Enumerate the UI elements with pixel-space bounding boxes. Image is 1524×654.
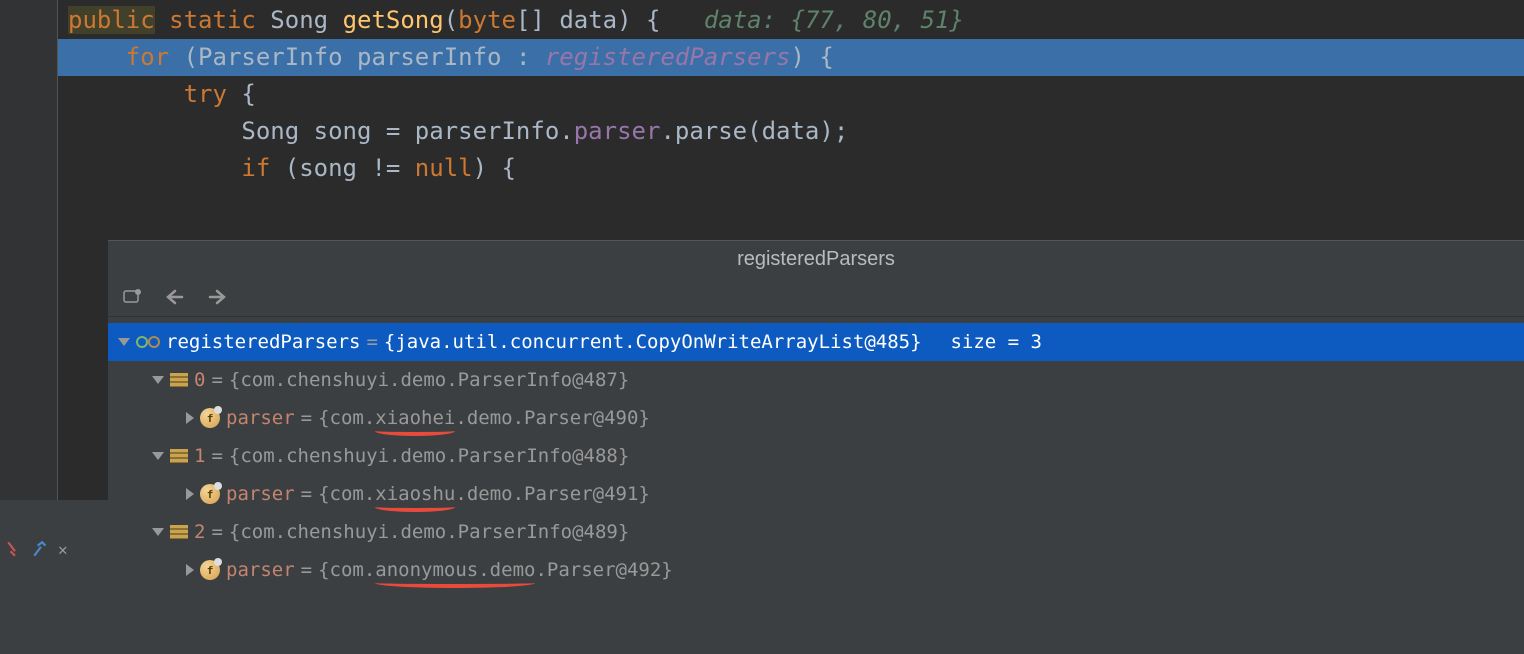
red-underline-annotation bbox=[375, 583, 535, 588]
code-token: for bbox=[126, 43, 169, 71]
code-token: ( bbox=[444, 6, 458, 34]
code-token: registeredParsers bbox=[545, 43, 791, 71]
code-line[interactable]: for (ParserInfo parserInfo : registeredP… bbox=[0, 39, 1524, 76]
annotated-text: anonymous.demo bbox=[375, 559, 535, 581]
expand-arrow-icon[interactable] bbox=[186, 488, 194, 500]
var-name: parser bbox=[226, 407, 295, 429]
var-value: {com.anonymous.demo.Parser@492} bbox=[318, 559, 673, 581]
code-token bbox=[155, 6, 169, 34]
annotated-text: xiaoshu bbox=[375, 483, 455, 505]
code-line[interactable]: Song song = parserInfo.parser.parse(data… bbox=[0, 113, 1524, 150]
code-token: [] data) { bbox=[516, 6, 704, 34]
code-token: .parse(data); bbox=[660, 117, 848, 145]
code-line[interactable]: if (song != null) { bbox=[0, 150, 1524, 187]
close-icon[interactable]: ✕ bbox=[58, 540, 68, 559]
equals-text: = bbox=[211, 369, 222, 391]
variables-tree[interactable]: registeredParsers = {java.util.concurren… bbox=[108, 317, 1524, 589]
editor-gutter bbox=[0, 0, 58, 240]
var-name: registeredParsers bbox=[166, 331, 360, 353]
code-token: static bbox=[169, 6, 256, 34]
forward-icon[interactable] bbox=[206, 286, 228, 308]
expand-arrow-icon[interactable] bbox=[152, 528, 164, 536]
var-value: {com.chenshuyi.demo.ParserInfo@488} bbox=[229, 445, 629, 467]
code-token bbox=[68, 43, 126, 71]
equals-text: = bbox=[301, 483, 312, 505]
red-underline-annotation bbox=[375, 507, 455, 512]
var-index: 1 bbox=[194, 445, 205, 467]
field-icon: f bbox=[200, 408, 220, 428]
debug-side-toolbar: ✕ bbox=[0, 500, 108, 654]
var-index: 0 bbox=[194, 369, 205, 391]
code-token: parser bbox=[574, 117, 661, 145]
step-into-icon[interactable] bbox=[6, 540, 24, 558]
code-token: if bbox=[241, 154, 270, 182]
tree-row[interactable]: f parser = {com.anonymous.demo.Parser@49… bbox=[108, 551, 1524, 589]
var-value: {com.xiaohei.demo.Parser@490} bbox=[318, 407, 650, 429]
var-name: parser bbox=[226, 483, 295, 505]
code-line[interactable]: try { bbox=[0, 76, 1524, 113]
var-name: parser bbox=[226, 559, 295, 581]
expand-arrow-icon[interactable] bbox=[118, 338, 130, 346]
code-token bbox=[68, 80, 184, 108]
code-token: Song song = parserInfo. bbox=[68, 117, 574, 145]
array-element-icon bbox=[170, 373, 188, 387]
equals-text: = bbox=[211, 521, 222, 543]
new-watch-icon[interactable] bbox=[122, 286, 144, 308]
debug-tab-bar: registeredParsers bbox=[108, 241, 1524, 277]
expand-arrow-icon[interactable] bbox=[186, 412, 194, 424]
code-token: (song != bbox=[270, 154, 415, 182]
code-token: ) { bbox=[790, 43, 833, 71]
code-token: (ParserInfo parserInfo : bbox=[169, 43, 545, 71]
debug-toolbar bbox=[108, 277, 1524, 317]
code-token bbox=[68, 154, 241, 182]
editor-left-strip bbox=[0, 240, 108, 500]
code-token: public bbox=[68, 6, 155, 34]
var-value: {com.chenshuyi.demo.ParserInfo@487} bbox=[229, 369, 629, 391]
code-token: getSong bbox=[343, 6, 444, 34]
watch-icon bbox=[136, 331, 160, 353]
array-element-icon bbox=[170, 525, 188, 539]
back-icon[interactable] bbox=[164, 286, 186, 308]
red-underline-annotation bbox=[375, 431, 455, 436]
code-token: byte bbox=[458, 6, 516, 34]
tree-root-row[interactable]: registeredParsers = {java.util.concurren… bbox=[108, 323, 1524, 361]
var-index: 2 bbox=[194, 521, 205, 543]
field-icon: f bbox=[200, 560, 220, 580]
code-token: Song bbox=[256, 6, 343, 34]
tree-row[interactable]: f parser = {com.xiaohei.demo.Parser@490} bbox=[108, 399, 1524, 437]
var-value: {com.xiaoshu.demo.Parser@491} bbox=[318, 483, 650, 505]
code-token: { bbox=[227, 80, 256, 108]
code-line[interactable]: public static Song getSong(byte[] data) … bbox=[0, 2, 1524, 39]
code-token: data: {77, 80, 51} bbox=[704, 6, 964, 34]
tree-row[interactable]: 2 = {com.chenshuyi.demo.ParserInfo@489} bbox=[108, 513, 1524, 551]
tree-row[interactable]: f parser = {com.xiaoshu.demo.Parser@491} bbox=[108, 475, 1524, 513]
code-token: ) { bbox=[473, 154, 516, 182]
debug-tab-title[interactable]: registeredParsers bbox=[737, 248, 895, 271]
step-out-icon[interactable] bbox=[32, 540, 50, 558]
equals-text: = bbox=[301, 559, 312, 581]
expand-arrow-icon[interactable] bbox=[152, 452, 164, 460]
tree-row[interactable]: 1 = {com.chenshuyi.demo.ParserInfo@488} bbox=[108, 437, 1524, 475]
equals-text: = bbox=[366, 331, 377, 353]
equals-text: = bbox=[211, 445, 222, 467]
code-token: try bbox=[184, 80, 227, 108]
array-element-icon bbox=[170, 449, 188, 463]
var-size: size = 3 bbox=[928, 331, 1042, 353]
var-value: {java.util.concurrent.CopyOnWriteArrayLi… bbox=[384, 331, 922, 353]
tree-row[interactable]: 0 = {com.chenshuyi.demo.ParserInfo@487} bbox=[108, 361, 1524, 399]
annotated-text: xiaohei bbox=[375, 407, 455, 429]
field-icon: f bbox=[200, 484, 220, 504]
debug-panel: registeredParsers registeredParsers = {j… bbox=[108, 240, 1524, 654]
equals-text: = bbox=[301, 407, 312, 429]
code-token: null bbox=[415, 154, 473, 182]
var-value: {com.chenshuyi.demo.ParserInfo@489} bbox=[229, 521, 629, 543]
code-editor[interactable]: public static Song getSong(byte[] data) … bbox=[0, 0, 1524, 240]
expand-arrow-icon[interactable] bbox=[152, 376, 164, 384]
expand-arrow-icon[interactable] bbox=[186, 564, 194, 576]
